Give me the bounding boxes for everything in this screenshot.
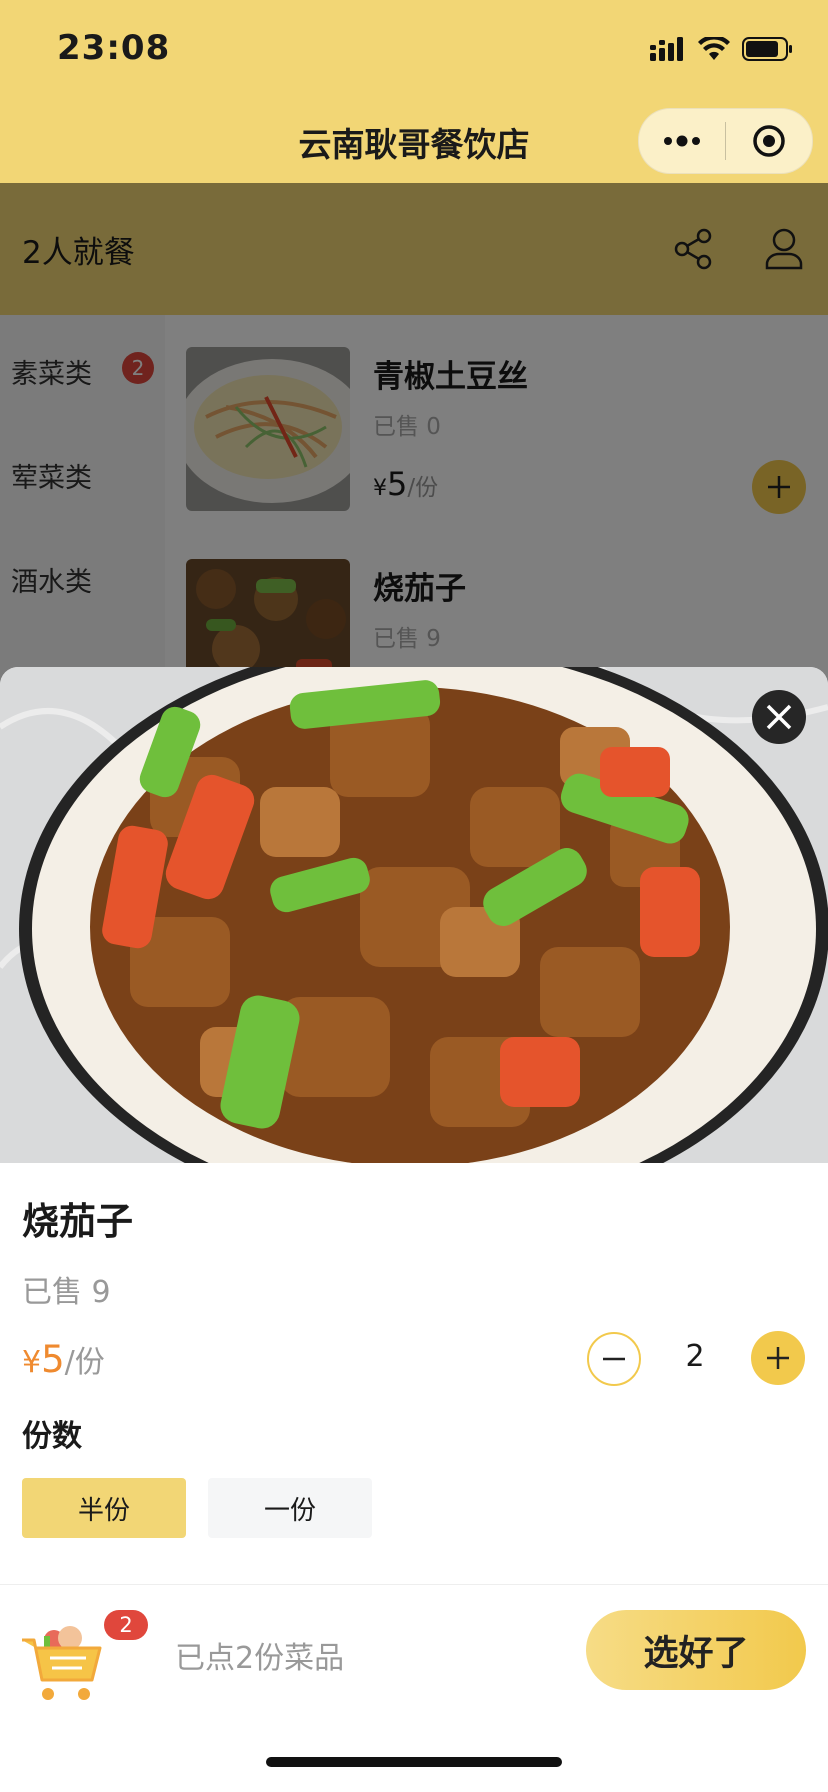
divider — [0, 1584, 828, 1585]
minus-icon — [603, 1357, 625, 1361]
wifi-icon — [698, 37, 730, 60]
detail-price-unit: /份 — [64, 1345, 105, 1380]
more-dots-icon — [664, 135, 700, 147]
home-indicator — [266, 1757, 562, 1767]
detail-currency: ¥ — [22, 1345, 42, 1380]
mini-program-capsule — [638, 108, 813, 174]
status-icons — [650, 34, 794, 64]
battery-icon — [742, 37, 792, 61]
signal-icon — [650, 37, 683, 61]
quantity-value: 2 — [685, 1339, 705, 1374]
close-icon — [766, 704, 792, 730]
more-button[interactable] — [639, 109, 725, 173]
plus-icon — [767, 1347, 789, 1369]
portion-label: 份数 — [22, 1419, 82, 1454]
dish-detail-sheet: 烧茄子 已售 9 ¥5/份 2 份数 半份 一份 2 已点2份菜品 选好了 — [0, 667, 828, 1792]
status-time: 23:08 — [57, 28, 171, 68]
top-bar: 23:08 云南耿哥餐饮店 — [0, 0, 828, 183]
detail-sold-count: 已售 9 — [22, 1275, 111, 1310]
shopping-cart-icon[interactable] — [20, 1618, 106, 1708]
decrease-quantity-button[interactable] — [587, 1332, 641, 1386]
cart-count-badge: 2 — [104, 1610, 148, 1640]
detail-price-value: 5 — [41, 1338, 65, 1381]
close-sheet-button[interactable] — [752, 690, 806, 744]
target-icon — [753, 125, 785, 157]
option-half-portion[interactable]: 半份 — [22, 1478, 186, 1538]
detail-price: ¥5/份 — [22, 1337, 105, 1381]
dish-detail-photo — [0, 667, 828, 1163]
increase-quantity-button[interactable] — [751, 1331, 805, 1385]
detail-dish-name: 烧茄子 — [22, 1200, 133, 1243]
confirm-order-button[interactable]: 选好了 — [586, 1610, 806, 1690]
option-full-portion[interactable]: 一份 — [208, 1478, 372, 1538]
cart-summary: 已点2份菜品 — [175, 1641, 345, 1676]
close-program-button[interactable] — [726, 109, 812, 173]
